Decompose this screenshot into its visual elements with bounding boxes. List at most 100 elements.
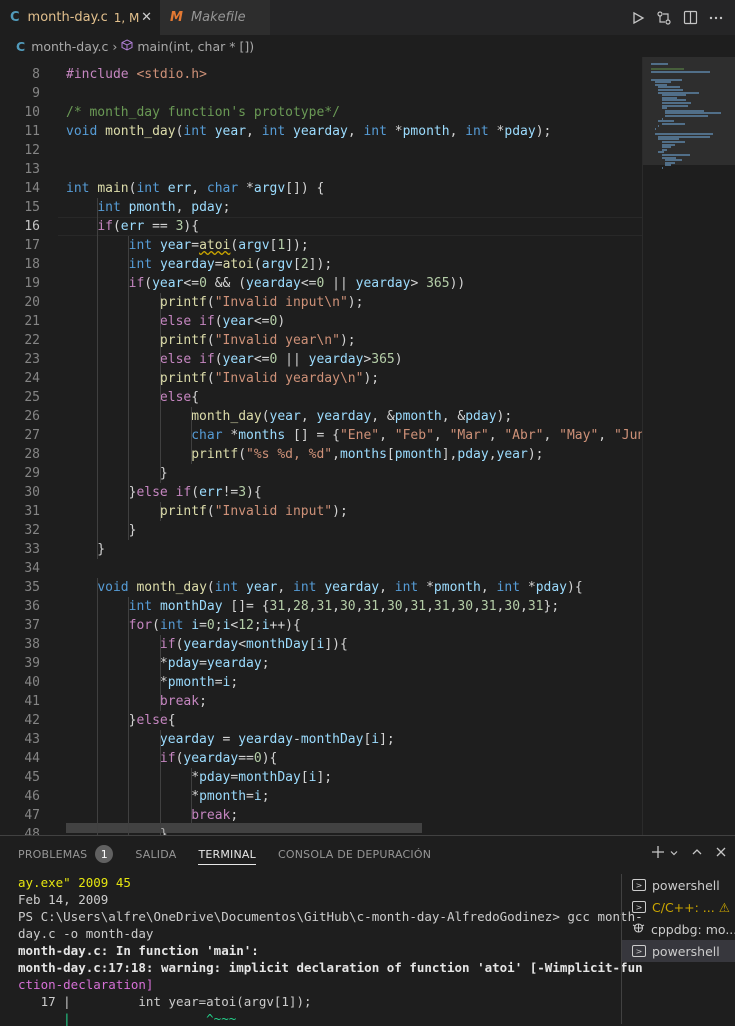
close-icon[interactable]: ✕ [141, 10, 152, 25]
code-line[interactable]: printf("%s %d, %d",months[pmonth],pday,y… [66, 445, 543, 464]
line-number[interactable]: 48 [0, 825, 40, 835]
tab-makefile[interactable]: M Makefile [160, 0, 270, 35]
line-number[interactable]: 43 [0, 730, 40, 749]
terminal-list-item[interactable]: > powershell [622, 940, 735, 962]
horizontal-scrollbar[interactable] [66, 823, 422, 833]
line-number[interactable]: 47 [0, 806, 40, 825]
line-number[interactable]: 19 [0, 274, 40, 293]
line-number[interactable]: 39 [0, 654, 40, 673]
code-line[interactable]: *pmonth=i; [66, 673, 238, 692]
line-number[interactable]: 12 [0, 141, 40, 160]
line-number[interactable]: 25 [0, 388, 40, 407]
line-number[interactable]: 34 [0, 559, 40, 578]
tab-problems[interactable]: PROBLEMAS 1 [18, 836, 114, 872]
line-number[interactable]: 32 [0, 521, 40, 540]
line-number[interactable]: 44 [0, 749, 40, 768]
line-number[interactable]: 29 [0, 464, 40, 483]
line-number[interactable]: 24 [0, 369, 40, 388]
code-line[interactable]: else{ [66, 388, 199, 407]
code-line[interactable]: printf("Invalid yearday\n"); [66, 369, 379, 388]
code-line[interactable]: *pday=monthDay[i]; [66, 768, 332, 787]
line-number[interactable]: 18 [0, 255, 40, 274]
tab-debug-console[interactable]: CONSOLA DE DEPURACIÓN [278, 836, 431, 872]
line-number[interactable]: 17 [0, 236, 40, 255]
terminal-list-item[interactable]: cppdbg: mo... [622, 918, 735, 940]
code-line[interactable]: printf("Invalid input\n"); [66, 293, 364, 312]
line-number[interactable]: 14 [0, 179, 40, 198]
code-line[interactable]: int year=atoi(argv[1]); [66, 236, 309, 255]
line-number[interactable]: 37 [0, 616, 40, 635]
code-line[interactable]: for(int i=0;i<12;i++){ [66, 616, 301, 635]
more-icon[interactable] [705, 7, 727, 29]
chevron-down-icon[interactable] [669, 846, 679, 862]
code-line[interactable]: }else{ [66, 711, 176, 730]
minimap[interactable] [642, 57, 735, 835]
code-line[interactable]: /* month_day function's prototype*/ [66, 103, 340, 122]
breadcrumb-file[interactable]: month-day.c [31, 39, 108, 54]
code-line[interactable]: else if(year<=0 || yearday>365) [66, 350, 403, 369]
tab-output[interactable]: SALIDA [135, 836, 176, 872]
line-number[interactable]: 26 [0, 407, 40, 426]
line-number[interactable]: 9 [0, 84, 40, 103]
line-number[interactable]: 27 [0, 426, 40, 445]
code-line[interactable]: if(year<=0 && (yearday<=0 || yearday> 36… [66, 274, 466, 293]
terminal-list-item[interactable]: > powershell [622, 874, 735, 896]
line-number[interactable]: 33 [0, 540, 40, 559]
line-number[interactable]: 41 [0, 692, 40, 711]
code-line[interactable]: int yearday=atoi(argv[2]); [66, 255, 333, 274]
code-line[interactable]: break; [66, 692, 207, 711]
code-line[interactable]: yearday = yearday-monthDay[i]; [66, 730, 395, 749]
line-number[interactable]: 22 [0, 331, 40, 350]
terminal-list-item[interactable]: > C/C++: ... ⚠ [622, 896, 735, 918]
code-line[interactable]: } [66, 464, 168, 483]
code-line[interactable]: if(yearday<monthDay[i]){ [66, 635, 348, 654]
tab-month-day-c[interactable]: C month-day.c 1, M ✕ [0, 0, 160, 35]
code-editor[interactable]: 8 9 10 11 12 13 14 15 16 17 18 19 20 21 22 23 24 25 26 27 28… [0, 57, 735, 835]
line-number[interactable]: 10 [0, 103, 40, 122]
line-number[interactable]: 8 [0, 65, 40, 84]
line-number[interactable]: 11 [0, 122, 40, 141]
line-number[interactable]: 46 [0, 787, 40, 806]
line-number[interactable]: 38 [0, 635, 40, 654]
tab-terminal[interactable]: TERMINAL [198, 836, 256, 872]
code-line[interactable]: int monthDay []= {31,28,31,30,31,30,31,3… [66, 597, 560, 616]
line-number[interactable]: 13 [0, 160, 40, 179]
line-number[interactable]: 36 [0, 597, 40, 616]
code-line[interactable]: else if(year<=0) [66, 312, 285, 331]
code-line[interactable]: char *months [] = {"Ene", "Feb", "Mar", … [66, 426, 642, 445]
maximize-icon[interactable] [691, 846, 703, 862]
code-lines[interactable]: #include <stdio.h> /* month_day function'… [66, 57, 642, 835]
line-number[interactable]: 16 [0, 217, 40, 236]
code-line[interactable]: month_day(year, yearday, &pmonth, &pday)… [66, 407, 512, 426]
close-icon[interactable] [715, 846, 727, 862]
problems-count-badge: 1 [95, 845, 114, 863]
line-number[interactable]: 23 [0, 350, 40, 369]
code-line[interactable]: int main(int err, char *argv[]) { [66, 179, 324, 198]
code-line[interactable]: if(err == 3){ [66, 217, 199, 236]
compare-icon[interactable] [653, 7, 675, 29]
code-line[interactable]: #include <stdio.h> [66, 65, 207, 84]
code-line[interactable]: int pmonth, pday; [66, 198, 230, 217]
run-icon[interactable] [627, 7, 649, 29]
line-number[interactable]: 20 [0, 293, 40, 312]
line-number[interactable]: 31 [0, 502, 40, 521]
add-terminal-icon[interactable] [651, 845, 665, 863]
code-line[interactable]: printf("Invalid year\n"); [66, 331, 356, 350]
terminal-output[interactable]: ay.exe" 2009 45 Feb 14, 2009 PS C:\Users… [18, 874, 643, 1026]
split-editor-icon[interactable] [679, 7, 701, 29]
line-number[interactable]: 28 [0, 445, 40, 464]
line-number[interactable]: 30 [0, 483, 40, 502]
code-line[interactable]: void month_day(int year, int yearday, in… [66, 122, 551, 141]
line-number[interactable]: 35 [0, 578, 40, 597]
code-line[interactable]: }else if(err!=3){ [66, 483, 262, 502]
code-line[interactable]: printf("Invalid input"); [66, 502, 348, 521]
line-number[interactable]: 21 [0, 312, 40, 331]
line-number[interactable]: 42 [0, 711, 40, 730]
code-line[interactable]: } [66, 521, 137, 540]
code-line[interactable]: } [66, 540, 105, 559]
code-line[interactable]: void month_day(int year, int yearday, in… [66, 578, 582, 597]
line-number[interactable]: 15 [0, 198, 40, 217]
line-number[interactable]: 45 [0, 768, 40, 787]
breadcrumb-symbol[interactable]: main(int, char * []) [137, 39, 254, 54]
line-number[interactable]: 40 [0, 673, 40, 692]
